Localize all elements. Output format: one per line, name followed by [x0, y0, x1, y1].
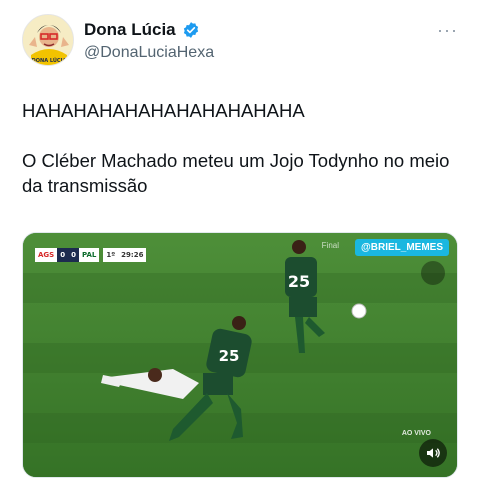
match-period: 1º — [103, 248, 119, 262]
expand-icon[interactable] — [421, 261, 445, 285]
avatar[interactable]: DONA LÚCIA — [22, 14, 74, 66]
scoreboard: AGS 0 0 PAL 1º 29:26 — [35, 247, 147, 263]
tweet-line-1: HAHAHAHAHAHAHAHAHAHAHA — [22, 100, 305, 121]
live-label: AO VIVO — [401, 430, 431, 437]
name-row: Dona Lúcia — [84, 20, 200, 40]
video-frame: 25 25 — [23, 233, 457, 477]
avatar-logo-text: DONA LÚCIA — [32, 57, 67, 64]
tweet-line-2: O Cléber Machado meteu um Jojo Todynho n… — [22, 150, 450, 196]
team-a-score: 0 — [57, 248, 69, 262]
tweet-text: HAHAHAHAHAHAHAHAHAHAHA O Cléber Machado … — [22, 98, 462, 223]
team-b-score: 0 — [68, 248, 79, 262]
jersey-number-front: 25 — [219, 347, 240, 365]
broadcaster-tag: Final — [321, 241, 339, 250]
avatar-illustration: DONA LÚCIA — [23, 15, 73, 65]
tweet-header: DONA LÚCIA Dona Lúcia @DonaLuciaHexa ··· — [22, 14, 462, 70]
verified-badge-icon — [183, 22, 198, 38]
jersey-number-top: 25 — [288, 272, 310, 291]
user-handle[interactable]: @DonaLuciaHexa — [84, 44, 214, 62]
more-options-icon[interactable]: ··· — [437, 20, 458, 41]
team-a-label: AGS — [35, 248, 58, 262]
watermark-label: @BRIEL_MEMES — [355, 239, 449, 256]
team-b-label: PAL — [78, 248, 100, 262]
match-clock: 29:26 — [118, 248, 147, 262]
tweet-video[interactable]: 25 25 AGS 0 0 PAL 1º 29:26 Final @BRIEL_… — [22, 232, 458, 478]
display-name[interactable]: Dona Lúcia — [84, 20, 176, 40]
ball — [351, 303, 367, 319]
volume-button[interactable] — [419, 439, 447, 467]
speaker-icon — [427, 448, 440, 458]
